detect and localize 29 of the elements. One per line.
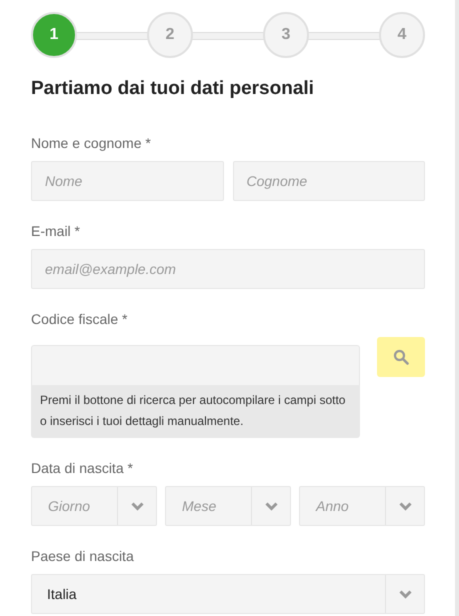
field-label: Nome e cognome * — [31, 135, 152, 151]
step-circle[interactable]: 4 — [379, 12, 425, 58]
field-label: E-mail * — [31, 223, 82, 239]
step-circle[interactable]: 2 — [147, 12, 193, 58]
select-placeholder: Mese — [181, 498, 218, 514]
date-select[interactable]: Giorno — [31, 486, 157, 526]
step-circle[interactable]: 1 — [31, 12, 77, 58]
search-icon — [393, 349, 409, 365]
chevron-down-icon — [130, 502, 144, 510]
chevron-down-icon — [398, 590, 412, 598]
field-label: Codice fiscale * — [31, 311, 128, 327]
date-select[interactable]: Mese — [165, 486, 291, 526]
step-circle[interactable]: 3 — [263, 12, 309, 58]
form-title: Partiamo dai tuoi dati personali — [31, 77, 315, 101]
select-placeholder: Giorno — [47, 498, 92, 514]
chevron-down-icon — [398, 502, 412, 510]
first-name-field[interactable]: Nome — [31, 161, 224, 201]
hint-text: Premi il bottone di ricerca per autocompilare i campi sotto o inserisci i tuoi dettagli manualmente. — [31, 385, 360, 438]
field-label: Data di nascita * — [31, 460, 134, 476]
country-select[interactable]: Italia — [31, 574, 425, 614]
field-label: Paese di nascita — [31, 548, 135, 564]
search-button[interactable] — [377, 337, 425, 377]
select-value: Italia — [46, 586, 78, 602]
tax-code-field[interactable] — [31, 345, 360, 385]
last-name-field[interactable]: Cognome — [232, 161, 425, 201]
chevron-down-icon — [264, 502, 278, 510]
email-field[interactable]: email@example.com — [31, 249, 425, 289]
select-placeholder: Anno — [314, 498, 350, 514]
date-select[interactable]: Anno — [299, 486, 425, 526]
